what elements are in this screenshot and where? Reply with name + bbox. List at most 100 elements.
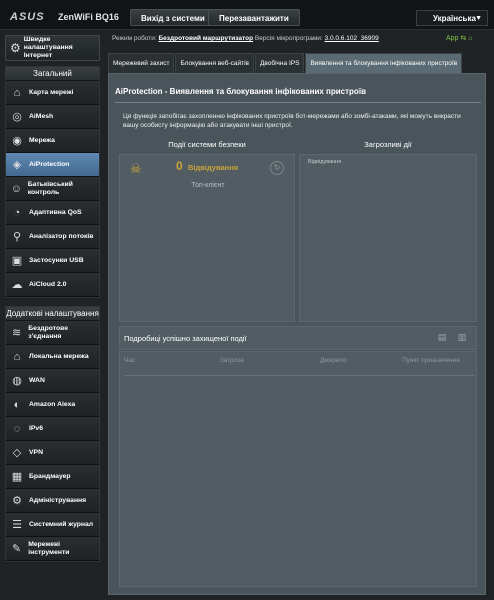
aimesh-icon: ◎ xyxy=(12,110,22,123)
network-icon: ◉ xyxy=(12,134,22,147)
sidebar-item-label: Адміністрування xyxy=(29,496,87,504)
sidebar-item-wan[interactable]: ◍ WAN xyxy=(6,369,99,393)
chevron-down-icon: ▼ xyxy=(475,15,482,22)
usb-icon: ▣ xyxy=(11,254,23,267)
network-map-icon: ⌂ xyxy=(13,86,21,99)
advanced-header: Додаткові налаштування xyxy=(6,307,99,321)
sidebar-item-vpn[interactable]: ◇ VPN xyxy=(6,441,99,465)
general-header: Загальний xyxy=(6,67,99,81)
sidebar-item-adaptive-qos[interactable]: ◔ Адаптивна QoS xyxy=(6,201,99,225)
blocked-label: Відвідування xyxy=(188,163,239,172)
security-events-header: Події системи безпеки xyxy=(168,140,246,149)
refresh-icon[interactable]: ↻ xyxy=(270,161,284,175)
column-header-threat: Загроза xyxy=(220,357,244,364)
save-icon[interactable]: ▤ xyxy=(436,332,448,344)
column-header-time: Час xyxy=(124,357,136,364)
firmware-version-link[interactable]: 3.0.0.6.102_36909 xyxy=(325,35,379,42)
tools-icon: ✎ xyxy=(11,542,22,555)
tab-two-way-ips[interactable]: Двобічна IPS xyxy=(254,53,305,73)
page-description: Ця функція запобігає захопленню інфікова… xyxy=(123,113,461,129)
column-header-destination: Пункт призначення xyxy=(402,357,460,364)
app-icons[interactable]: App ⇆ ⌂ xyxy=(446,34,472,42)
sidebar-item-parental-control[interactable]: ☺ Батьківський контроль xyxy=(6,177,99,201)
sidebar-item-lan[interactable]: ⌂ Локальна мережа xyxy=(6,345,99,369)
sidebar-item-network[interactable]: ◉ Мережа xyxy=(6,129,99,153)
usb-status-icon[interactable]: ⇆ xyxy=(460,35,466,42)
sidebar-item-label: Системний журнал xyxy=(29,520,94,528)
sidebar-item-usb-apps[interactable]: ▣ Застосунки USB xyxy=(6,249,99,273)
sidebar-item-label: Застосунки USB xyxy=(29,256,84,264)
sidebar-item-label: Аналізатор потоків xyxy=(29,232,94,240)
advanced-section: Додаткові налаштування ≋ Бездротове з'єдн… xyxy=(5,306,100,562)
sidebar-item-label: VPN xyxy=(29,448,43,456)
wan-icon: ◍ xyxy=(12,374,22,387)
sidebar-item-label: Батьківський контроль xyxy=(27,180,73,196)
firewall-icon: ▦ xyxy=(11,470,23,483)
tab-network-protection[interactable]: Мережевий захист xyxy=(108,53,175,73)
sidebar-item-label: AiMesh xyxy=(29,112,54,120)
sidebar-item-wireless[interactable]: ≋ Бездротове з'єднання xyxy=(6,321,99,345)
general-section: Загальний ⌂ Карта мережі ◎ AiMesh ◉ Мережа … xyxy=(5,66,100,298)
detected-label: Відвідування xyxy=(308,159,342,165)
sidebar-item-label: WAN xyxy=(29,376,45,384)
sidebar-item-label: IPv6 xyxy=(29,424,43,432)
sidebar-item-aiprotection[interactable]: ◈ AiProtection xyxy=(6,153,99,177)
page-title: AiProtection - Виявлення та блокування і… xyxy=(115,87,366,96)
reboot-button[interactable]: Перезавантажити xyxy=(208,9,300,26)
sidebar-item-label: Amazon Alexa xyxy=(29,400,76,408)
sidebar-item-label: Мережа xyxy=(29,136,55,144)
title-divider xyxy=(115,102,481,103)
lan-icon: ⌂ xyxy=(13,350,21,363)
sidebar-item-label: Брандмауер xyxy=(29,472,71,480)
shield-icon: ◈ xyxy=(12,158,22,171)
language-select[interactable]: Українська ▼ xyxy=(416,10,488,26)
sidebar-item-alexa[interactable]: ◐ Amazon Alexa xyxy=(6,393,99,417)
threat-activities-box: Відвідування xyxy=(299,154,477,322)
wireless-icon: ≋ xyxy=(12,326,22,339)
sidebar-item-aimesh[interactable]: ◎ AiMesh xyxy=(6,105,99,129)
mode-label: Режим роботи: xyxy=(112,35,157,42)
traffic-analyzer-icon: ⚲ xyxy=(12,230,22,243)
sidebar-item-label: AiCloud 2.0 xyxy=(29,280,67,288)
cloud-icon: ☁ xyxy=(11,278,23,291)
sidebar-item-firewall[interactable]: ▦ Брандмауер xyxy=(6,465,99,489)
sidebar-item-label: Локальна мережа xyxy=(29,352,89,360)
sidebar-item-administration[interactable]: ⚙ Адміністрування xyxy=(6,489,99,513)
sidebar-item-aicloud[interactable]: ☁ AiCloud 2.0 xyxy=(6,273,99,297)
sidebar-item-label: Адаптивна QoS xyxy=(29,208,82,216)
admin-icon: ⚙ xyxy=(12,494,22,507)
sidebar-item-network-tools[interactable]: ✎ Мережеві інструменти xyxy=(6,537,99,561)
mode-value-link[interactable]: Бездротовий маршрутизатор xyxy=(159,35,254,42)
sidebar-item-network-map[interactable]: ⌂ Карта мережі xyxy=(6,81,99,105)
details-header: Подробиці успішно захищеної події ▤ ▥ xyxy=(119,326,477,350)
model-name: ZenWiFi BQ16 xyxy=(58,12,119,22)
vpn-icon: ◇ xyxy=(12,446,22,459)
details-title: Подробиці успішно захищеної події xyxy=(124,334,247,343)
top-client-label: Топ-клієнт xyxy=(191,182,225,189)
blocked-count: 0 xyxy=(176,159,183,173)
logout-button[interactable]: Вихід з системи xyxy=(130,9,216,26)
app-label[interactable]: App xyxy=(446,35,458,42)
alexa-icon: ◐ xyxy=(13,398,21,411)
sidebar-item-ipv6[interactable]: ◌ IPv6 xyxy=(6,417,99,441)
header-bar: ASUS ZenWiFi BQ16 Вихід з системи Переза… xyxy=(0,0,494,30)
sidebar-item-system-log[interactable]: ☰ Системний журнал xyxy=(6,513,99,537)
log-icon: ☰ xyxy=(12,518,22,531)
language-value: Українська xyxy=(433,14,476,23)
tab-infected-device-blocking[interactable]: Виявлення та блокування інфікованих прис… xyxy=(305,53,463,73)
sidebar-item-traffic-analyzer[interactable]: ⚲ Аналізатор потоків xyxy=(6,225,99,249)
skull-icon: ☠ xyxy=(130,161,142,176)
ipv6-icon: ◌ xyxy=(13,422,21,435)
sidebar-item-label: AiProtection xyxy=(29,160,70,168)
wifi-status-icon[interactable]: ⌂ xyxy=(468,35,472,42)
column-header-source: Джерело xyxy=(320,357,347,364)
asus-logo: ASUS xyxy=(10,11,45,23)
qis-label: Швидке налаштування Інтернет xyxy=(23,36,73,59)
firmware-label: Версія мікропрограми: xyxy=(254,35,323,42)
table-header-divider xyxy=(124,375,474,376)
details-table: Час Загроза Джерело Пункт призначення xyxy=(119,351,477,587)
quick-internet-setup-button[interactable]: ⚙ Швидке налаштування Інтернет xyxy=(5,35,100,61)
tab-website-blocking[interactable]: Блокування веб-сайтів xyxy=(175,53,254,73)
main-panel: AiProtection - Виявлення та блокування і… xyxy=(108,73,486,595)
trash-icon[interactable]: ▥ xyxy=(456,332,468,344)
